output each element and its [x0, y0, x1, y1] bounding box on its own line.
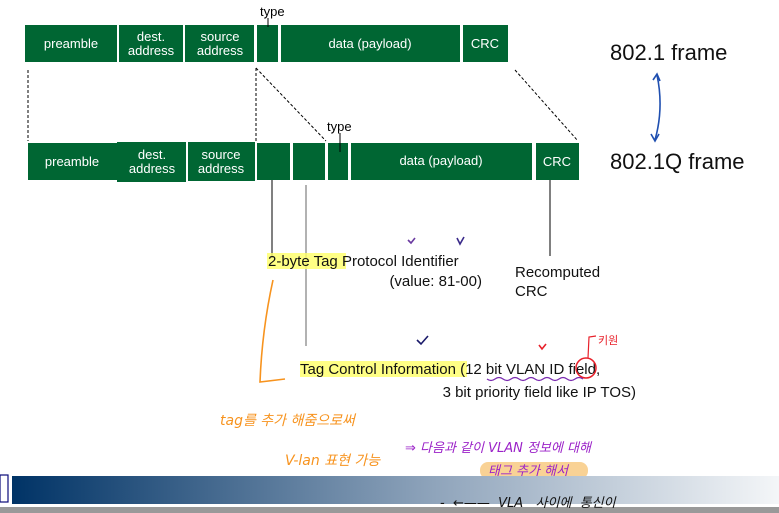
field-label: address [128, 43, 175, 58]
field-label: source [201, 147, 240, 162]
field-label: data (payload) [328, 36, 411, 51]
handwritten-note: - ←—— VLA 사이에 통신이 [440, 496, 617, 511]
orange-bracket [259, 279, 286, 383]
field-label: address [197, 43, 244, 58]
handwritten-note: tag를 추가 해줌으로써 [220, 413, 357, 429]
id-note: 키원 [598, 334, 618, 347]
vlan-frame-diagram: preamble dest. address source address da… [0, 4, 779, 513]
field-label: dest. [137, 29, 165, 44]
footer-rule [0, 507, 779, 513]
double-arrow-icon [650, 72, 661, 143]
tci-description-2: 3 bit priority field like IP TOS) [443, 384, 636, 401]
footer-box [0, 474, 9, 503]
field-label: preamble [45, 154, 99, 169]
frame-8021: preamble dest. address source address da… [25, 4, 508, 62]
tpid-description: 2-byte Tag Protocol Identifier [268, 253, 459, 270]
crc-description-2: CRC [515, 283, 548, 300]
tpid-value: (value: 81-00) [389, 273, 482, 290]
field-label: CRC [543, 154, 571, 169]
field-type [328, 143, 348, 180]
field-tag-protocol-id [257, 143, 290, 180]
field-label: address [198, 161, 245, 176]
field-label: address [129, 161, 176, 176]
type-label: type [327, 119, 352, 134]
type-label: type [260, 4, 285, 19]
handwritten-note: ⇒ 다음과 같이 VLAN 정보에 대해 [405, 441, 593, 456]
field-label: source [200, 29, 239, 44]
field-label: data (payload) [399, 153, 482, 168]
field-label: dest. [138, 147, 166, 162]
crc-description: Recomputed [515, 264, 600, 281]
frame-8021-title: 802.1 frame [610, 40, 727, 65]
field-label: CRC [471, 36, 499, 51]
handwritten-note: V-lan 표현 가능 [285, 453, 381, 469]
frame-8021q-title: 802.1Q frame [610, 149, 745, 174]
footer-bar [12, 476, 779, 504]
field-label: preamble [44, 36, 98, 51]
tci-description: Tag Control Information (12 bit VLAN ID … [300, 361, 600, 378]
frame-8021q: preamble dest. address source address da… [28, 119, 579, 182]
field-type [257, 25, 278, 62]
mapping-lines [27, 67, 579, 142]
note-arrow-icon [587, 335, 597, 359]
field-tag-control-info [293, 143, 325, 180]
